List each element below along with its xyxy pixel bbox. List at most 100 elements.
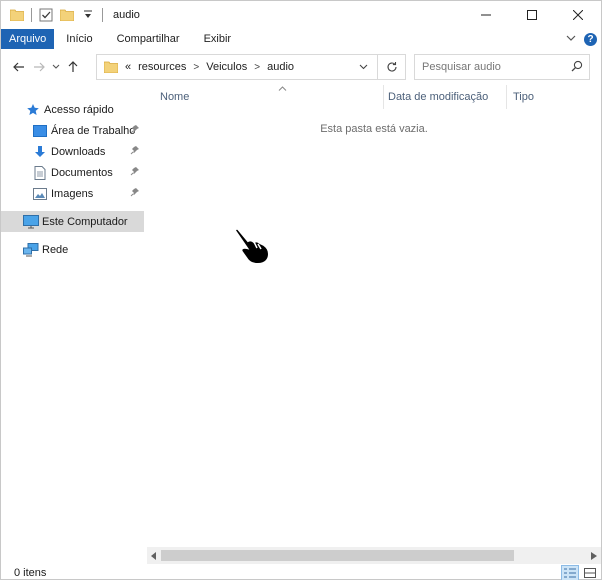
star-icon	[25, 102, 41, 118]
chevron-down-icon	[359, 64, 367, 70]
folder-icon	[9, 7, 25, 23]
nav-item-label: Este Computador	[42, 215, 128, 228]
window-controls	[463, 1, 601, 29]
horizontal-scrollbar[interactable]	[147, 547, 601, 564]
toolbar-divider	[102, 8, 103, 22]
desktop-folder-icon	[32, 123, 48, 139]
nav-item-documentos[interactable]: Documentos	[1, 162, 144, 183]
pin-icon[interactable]	[130, 145, 140, 158]
column-divider[interactable]	[383, 85, 384, 109]
details-view-button[interactable]	[561, 564, 579, 580]
chevron-down-icon	[52, 64, 60, 69]
scrollbar-track[interactable]	[161, 547, 587, 564]
column-label: Data de modificação	[388, 91, 489, 103]
nav-item-downloads[interactable]: Downloads	[1, 141, 144, 162]
nav-item-acesso-rapido[interactable]: Acesso rápido	[1, 99, 144, 120]
tab-inicio[interactable]: Início	[54, 29, 104, 49]
download-arrow-icon	[32, 144, 48, 160]
nav-item-label: Downloads	[51, 145, 106, 158]
up-button[interactable]	[63, 55, 83, 79]
hand-cursor-icon	[233, 226, 271, 269]
window-title: audio	[113, 9, 140, 21]
minimize-icon	[481, 14, 491, 16]
back-arrow-icon	[13, 62, 24, 72]
nav-item-este-computador[interactable]: Este Computador	[1, 211, 144, 232]
search-icon[interactable]	[571, 60, 583, 75]
column-header-nome[interactable]: Nome	[160, 85, 384, 109]
tab-exibir[interactable]: Exibir	[192, 29, 244, 49]
forward-button[interactable]	[29, 55, 49, 79]
ribbon-right-controls: ?	[566, 29, 597, 49]
column-header-data-de-modificacao[interactable]: Data de modificação	[388, 85, 506, 109]
large-icons-view-button[interactable]	[581, 565, 599, 580]
forward-arrow-icon	[34, 62, 45, 72]
tab-arquivo[interactable]: Arquivo	[1, 29, 55, 49]
title-bar: audio	[1, 1, 601, 29]
pin-icon[interactable]	[130, 187, 140, 200]
tab-compartilhar[interactable]: Compartilhar	[105, 29, 192, 49]
toolbar-divider	[31, 8, 32, 22]
refresh-icon	[386, 62, 397, 72]
nav-item-label: Documentos	[51, 166, 113, 179]
large-icons-view-icon	[584, 567, 596, 578]
up-arrow-icon	[68, 61, 78, 72]
computer-icon	[23, 214, 39, 230]
status-bar: 0 itens	[1, 564, 601, 580]
file-explorer-window: audio Arquivo Início Compartilhar Exibir…	[0, 0, 602, 580]
nav-item-label: Área de Trabalho	[51, 124, 136, 137]
scroll-left-button[interactable]	[147, 547, 161, 564]
file-list-pane: Nome Data de modificação Tipo Esta pasta…	[147, 85, 601, 547]
column-divider[interactable]	[506, 85, 507, 109]
nav-item-label: Imagens	[51, 187, 94, 200]
address-dropdown-button[interactable]	[355, 55, 371, 79]
expand-ribbon-icon[interactable]	[566, 33, 576, 45]
pin-icon[interactable]	[130, 124, 140, 137]
chevron-right-icon	[591, 551, 597, 560]
chevron-left-icon	[151, 551, 156, 560]
close-icon	[573, 10, 583, 20]
pin-icon[interactable]	[130, 166, 140, 179]
breadcrumb-veiculos[interactable]: Veiculos	[206, 61, 247, 73]
nav-item-rede[interactable]: Rede	[1, 239, 144, 260]
ribbon-tabs: Arquivo Início Compartilhar Exibir ?	[1, 29, 601, 49]
folder-icon	[101, 59, 121, 75]
properties-icon[interactable]	[38, 7, 54, 23]
nav-item-label: Rede	[42, 243, 69, 256]
maximize-icon	[527, 10, 537, 20]
navigation-bar: « resources > Veiculos > audio	[1, 51, 601, 83]
chevron-right-icon[interactable]: >	[193, 62, 199, 73]
column-label: Nome	[160, 91, 190, 103]
image-icon	[32, 186, 48, 202]
maximize-button[interactable]	[509, 1, 555, 29]
document-icon	[32, 165, 48, 181]
navigation-pane: Acesso rápido Área de Trabalho Downloads	[1, 93, 144, 547]
refresh-button[interactable]	[377, 55, 405, 79]
nav-item-label: Acesso rápido	[44, 103, 114, 116]
breadcrumb-overflow[interactable]: «	[125, 61, 131, 73]
empty-folder-message: Esta pasta está vazia.	[320, 123, 428, 135]
search-input[interactable]	[422, 61, 567, 73]
scroll-right-button[interactable]	[587, 547, 601, 564]
column-label: Tipo	[513, 91, 534, 103]
breadcrumb-audio[interactable]: audio	[267, 61, 294, 73]
column-header-tipo[interactable]: Tipo	[513, 85, 583, 109]
address-bar[interactable]: « resources > Veiculos > audio	[96, 54, 406, 80]
minimize-button[interactable]	[463, 1, 509, 29]
nav-item-imagens[interactable]: Imagens	[1, 183, 144, 204]
recent-locations-button[interactable]	[49, 55, 63, 79]
back-button[interactable]	[9, 55, 29, 79]
search-box[interactable]	[414, 54, 590, 80]
quick-access-toolbar: audio	[1, 1, 140, 29]
sort-up-icon	[278, 82, 287, 94]
close-button[interactable]	[555, 1, 601, 29]
new-folder-icon[interactable]	[59, 7, 75, 23]
network-icon	[23, 242, 39, 258]
details-view-icon	[564, 568, 576, 577]
item-count: 0 itens	[14, 566, 47, 579]
help-icon[interactable]: ?	[584, 32, 597, 46]
nav-item-area-de-trabalho[interactable]: Área de Trabalho	[1, 120, 144, 141]
customize-toolbar-icon[interactable]	[80, 7, 96, 23]
breadcrumb-resources[interactable]: resources	[138, 61, 186, 73]
scrollbar-thumb[interactable]	[161, 550, 514, 561]
chevron-right-icon[interactable]: >	[254, 62, 260, 73]
